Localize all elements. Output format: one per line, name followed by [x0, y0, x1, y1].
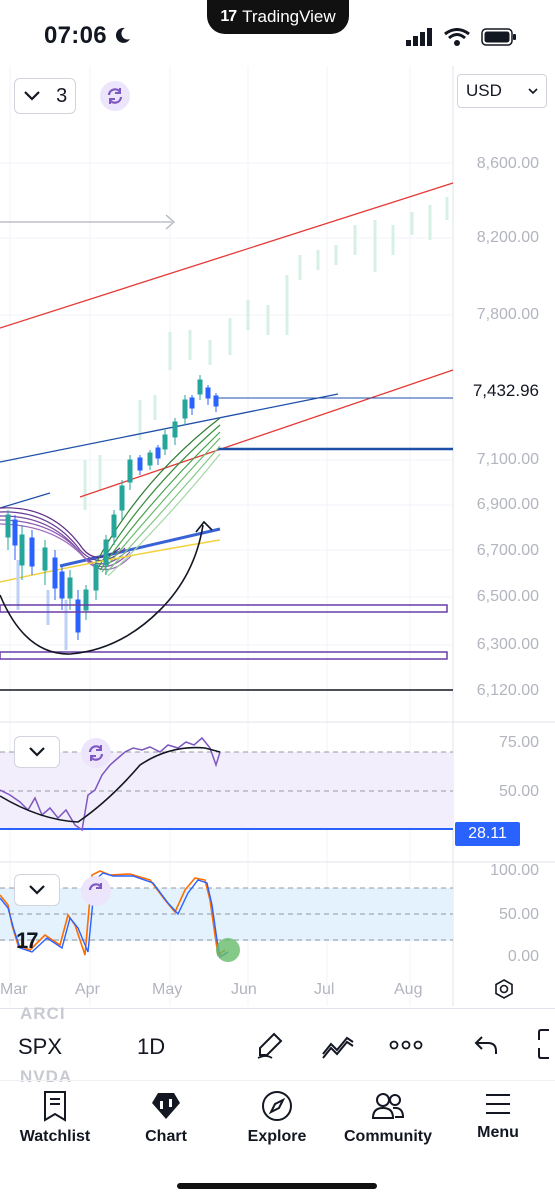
rsi-collapse-button[interactable] — [14, 736, 60, 768]
wifi-icon — [444, 28, 471, 46]
interval-button[interactable]: 1D — [137, 1034, 165, 1060]
chevron-down-icon — [29, 885, 45, 895]
nav-explore-label: Explore — [247, 1128, 307, 1145]
nav-community[interactable]: Community — [333, 1090, 443, 1146]
rsi-value-badge: 28.11 — [455, 822, 520, 846]
price-tick: 6,500.00 — [476, 588, 539, 605]
time-tick: Jun — [231, 981, 257, 998]
stoch-tick: 0.00 — [507, 948, 539, 965]
price-chart[interactable] — [0, 66, 555, 1006]
symbol-button[interactable]: SPX — [18, 1034, 62, 1060]
price-tick: 6,700.00 — [476, 542, 539, 559]
time-tick: Apr — [75, 981, 100, 998]
rsi-tick: 50.00 — [498, 783, 539, 800]
watchlist-icon — [44, 1091, 66, 1122]
channel-upper-line — [0, 182, 454, 329]
time-tick: Aug — [394, 981, 423, 998]
refresh-icon — [88, 883, 102, 891]
chevron-down-icon — [23, 91, 40, 101]
signal-icon — [406, 28, 432, 46]
current-price-label: 7,432.96 — [472, 381, 539, 400]
more-icon[interactable] — [389, 1039, 423, 1051]
time-tick: Mar — [0, 981, 28, 998]
nav-community-label: Community — [344, 1128, 432, 1145]
time-tick: Jul — [314, 981, 335, 998]
price-tick: 6,300.00 — [476, 636, 539, 653]
stoch-tick: 100.00 — [490, 862, 539, 879]
rsi-band — [0, 752, 453, 828]
tradingview-logo-icon: 17 — [220, 8, 237, 25]
interval-toggle[interactable]: 3 — [14, 78, 76, 114]
channel-lower-line — [79, 369, 454, 498]
nav-watchlist[interactable]: Watchlist — [0, 1090, 110, 1146]
battery-icon — [481, 28, 516, 46]
currency-label: USD — [466, 81, 502, 100]
fullscreen-icon[interactable] — [537, 1028, 555, 1060]
chart-settings-icon[interactable] — [493, 978, 515, 1000]
menu-icon — [486, 1094, 510, 1114]
highlight-dot — [216, 938, 240, 962]
interval-count: 3 — [56, 84, 68, 107]
currency-select[interactable]: USD — [457, 74, 547, 108]
price-tick: 8,600.00 — [476, 155, 539, 172]
stoch-sync-button[interactable] — [81, 876, 111, 906]
nav-chart-label: Chart — [145, 1128, 187, 1145]
price-tick: 8,200.00 — [476, 229, 539, 246]
price-tick: 7,800.00 — [476, 306, 539, 323]
price-tick: 7,100.00 — [476, 451, 539, 468]
thick-blue-line — [59, 527, 221, 568]
sync-button[interactable] — [100, 81, 130, 111]
status-icons — [406, 28, 517, 51]
trend-line — [0, 393, 339, 463]
chart-icon — [152, 1093, 180, 1119]
stoch-tick: 50.00 — [498, 906, 539, 923]
undo-icon[interactable] — [474, 1034, 498, 1056]
home-indicator — [177, 1183, 377, 1189]
compass-icon — [262, 1091, 292, 1121]
pen-icon[interactable] — [256, 1030, 286, 1060]
app-brand-label: TradingView — [242, 7, 336, 26]
nav-menu-label: Menu — [477, 1124, 519, 1141]
price-tick: 6,120.00 — [476, 682, 539, 699]
moon-icon — [115, 27, 130, 43]
watchlist-ghost: NVDA — [20, 1067, 73, 1086]
nav-watchlist-label: Watchlist — [19, 1128, 91, 1145]
indicators-icon[interactable] — [321, 1032, 355, 1060]
community-icon — [371, 1093, 405, 1119]
rsi-tick: 75.00 — [498, 734, 539, 751]
status-time: 07:06 — [44, 22, 132, 50]
nav-menu[interactable]: Menu — [443, 1090, 553, 1142]
rsi-sync-button[interactable] — [81, 738, 111, 768]
refresh-icon — [88, 745, 104, 761]
app-brand-pill: 17 TradingView — [207, 0, 349, 34]
time-tick: May — [152, 981, 183, 998]
chevron-down-icon — [528, 88, 538, 95]
stoch-collapse-button[interactable] — [14, 874, 60, 906]
nav-chart[interactable]: Chart — [111, 1090, 221, 1146]
price-tick: 6,900.00 — [476, 496, 539, 513]
tradingview-watermark-icon: 17 — [16, 928, 39, 953]
refresh-icon — [107, 88, 123, 104]
zone-rect-lower — [0, 651, 448, 660]
nav-explore[interactable]: Explore — [222, 1090, 332, 1146]
watchlist-ghost: ARCI — [20, 1004, 66, 1023]
chevron-down-icon — [29, 747, 45, 757]
